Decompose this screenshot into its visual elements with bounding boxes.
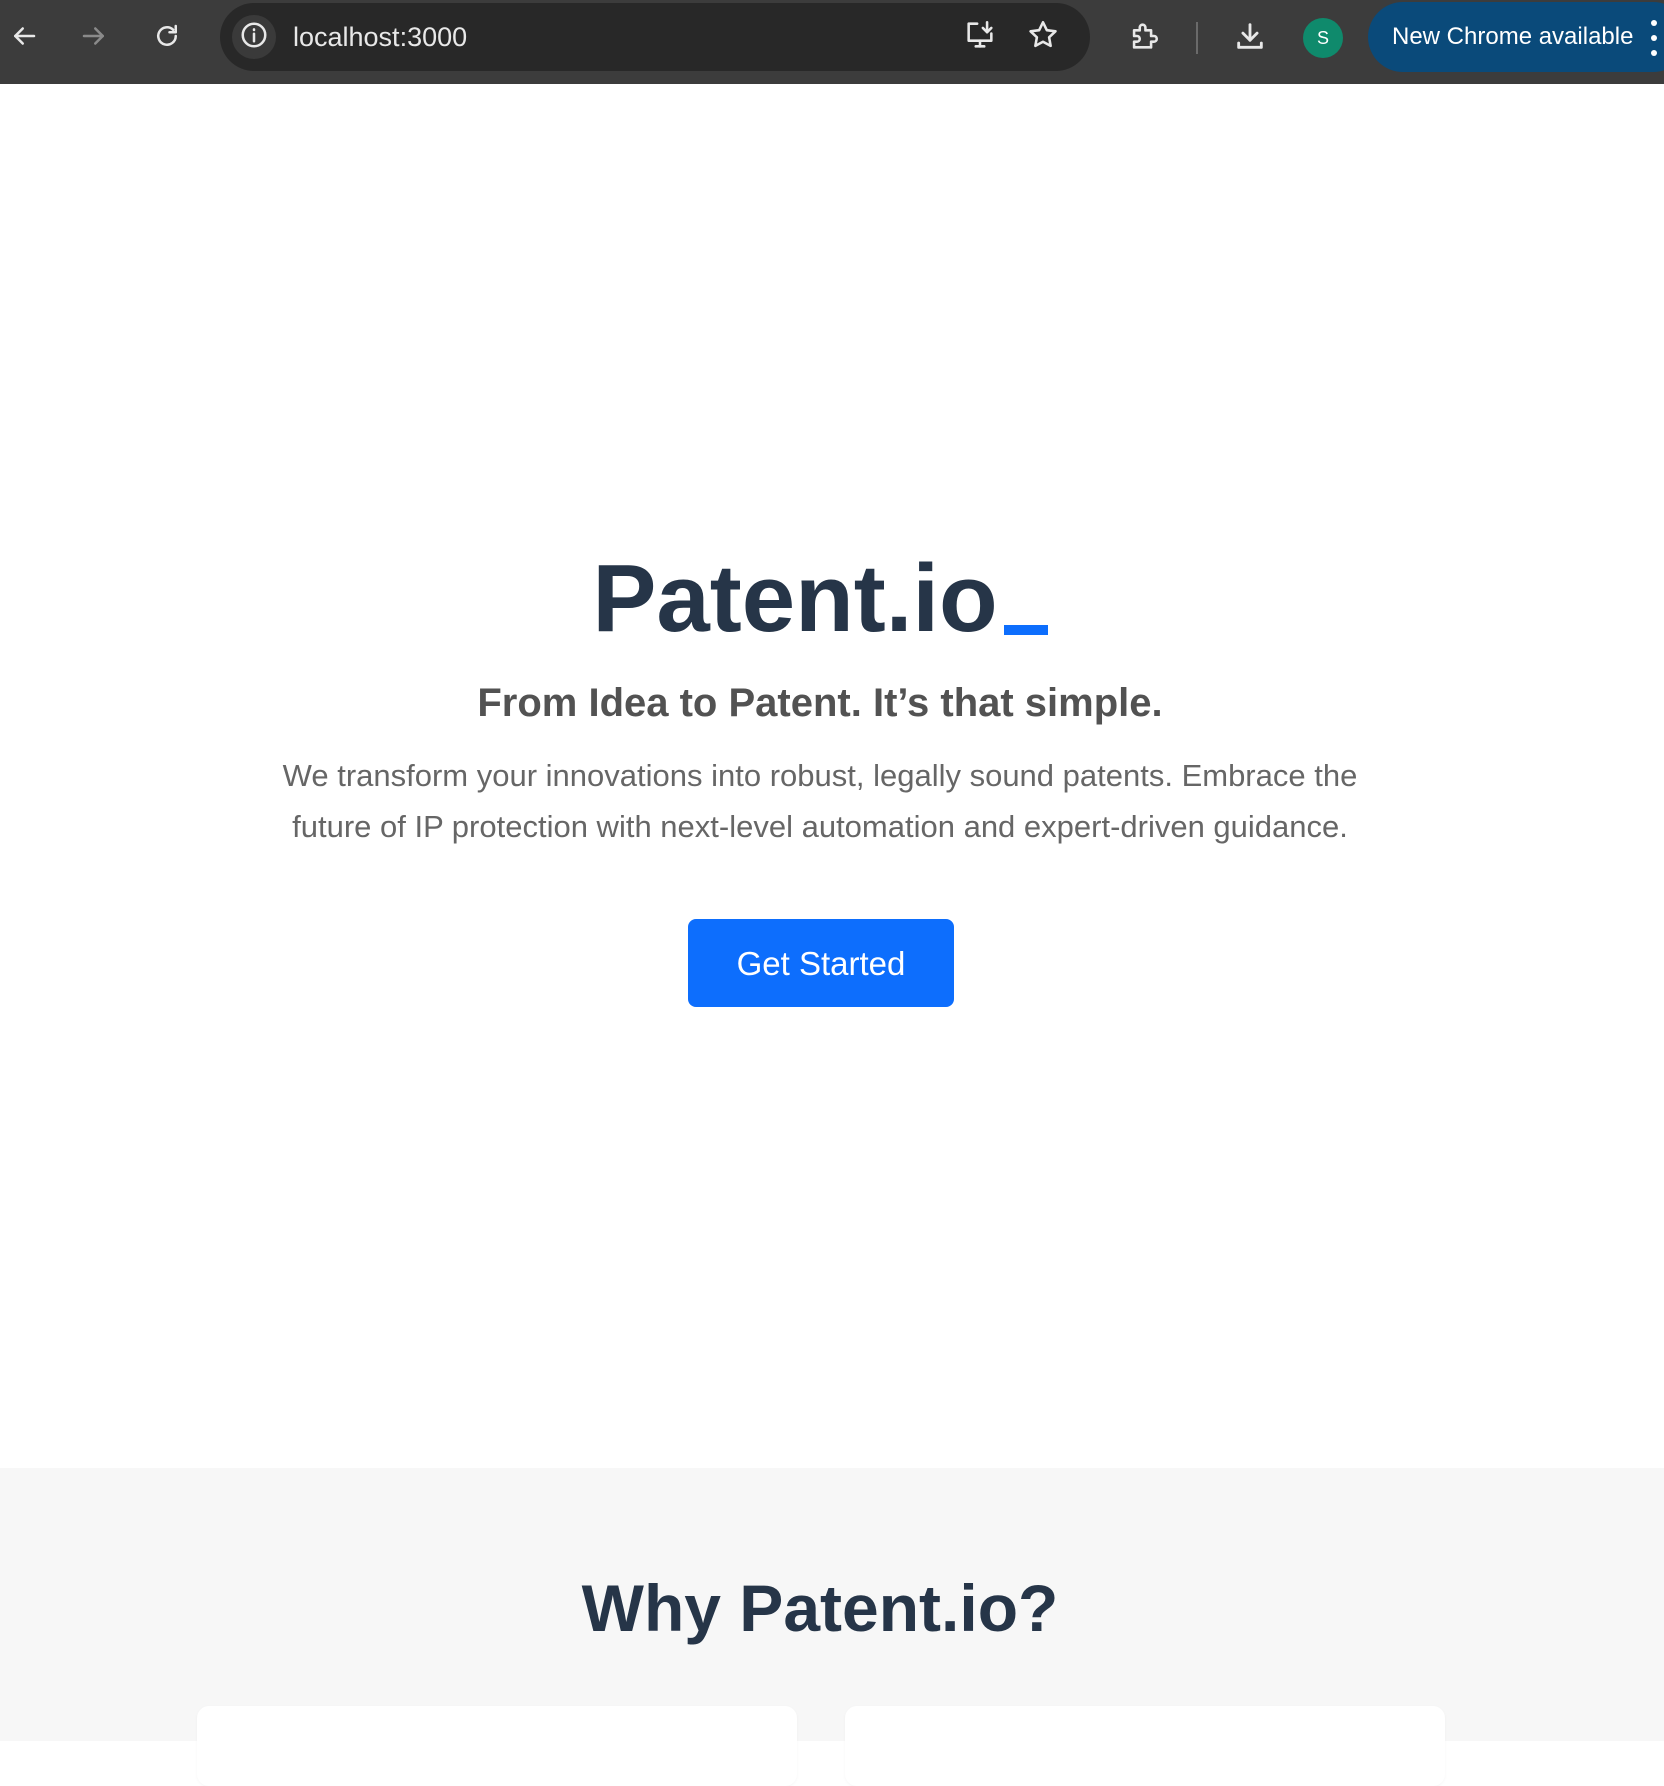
features-section: Why Patent.io? [0, 1468, 1664, 1786]
forward-button[interactable] [72, 16, 116, 60]
hero-description: We transform your innovations into robus… [282, 758, 1358, 844]
bookmark-button[interactable] [1023, 17, 1063, 57]
update-label: New Chrome available [1392, 23, 1634, 50]
feature-card [845, 1706, 1445, 1786]
profile-avatar[interactable]: S [1303, 18, 1343, 58]
download-icon [1233, 19, 1267, 58]
toolbar-divider [1196, 22, 1198, 54]
downloads-button[interactable] [1228, 16, 1272, 60]
star-icon [1026, 18, 1060, 57]
hero-subtitle: From Idea to Patent. It’s that simple. [477, 681, 1163, 725]
hero-section: Patent.io From Idea to Patent. It’s that… [0, 84, 1664, 1468]
brand-name: Patent.io [592, 545, 998, 652]
reload-icon [152, 21, 182, 56]
browser-toolbar: localhost:3000 S New Chrome available [0, 0, 1664, 84]
hero-title: Patent.io [0, 544, 1640, 654]
url-text[interactable]: localhost:3000 [293, 3, 467, 71]
reload-button[interactable] [145, 16, 189, 60]
new-chrome-available-button[interactable]: New Chrome available [1368, 2, 1664, 72]
back-button[interactable] [2, 16, 46, 60]
install-app-icon [963, 18, 997, 57]
forward-arrow-icon [79, 21, 109, 56]
feature-card [197, 1706, 797, 1786]
info-icon [239, 20, 269, 55]
puzzle-icon [1127, 19, 1161, 58]
kebab-menu-icon[interactable] [1646, 20, 1662, 56]
site-info-button[interactable] [232, 15, 276, 59]
get-started-button[interactable]: Get Started [688, 919, 954, 1007]
install-app-button[interactable] [960, 17, 1000, 57]
features-title: Why Patent.io? [581, 1571, 1059, 1645]
back-arrow-icon [9, 21, 39, 56]
extensions-button[interactable] [1122, 16, 1166, 60]
address-bar[interactable]: localhost:3000 [220, 3, 1090, 71]
blinking-cursor [1003, 625, 1048, 635]
